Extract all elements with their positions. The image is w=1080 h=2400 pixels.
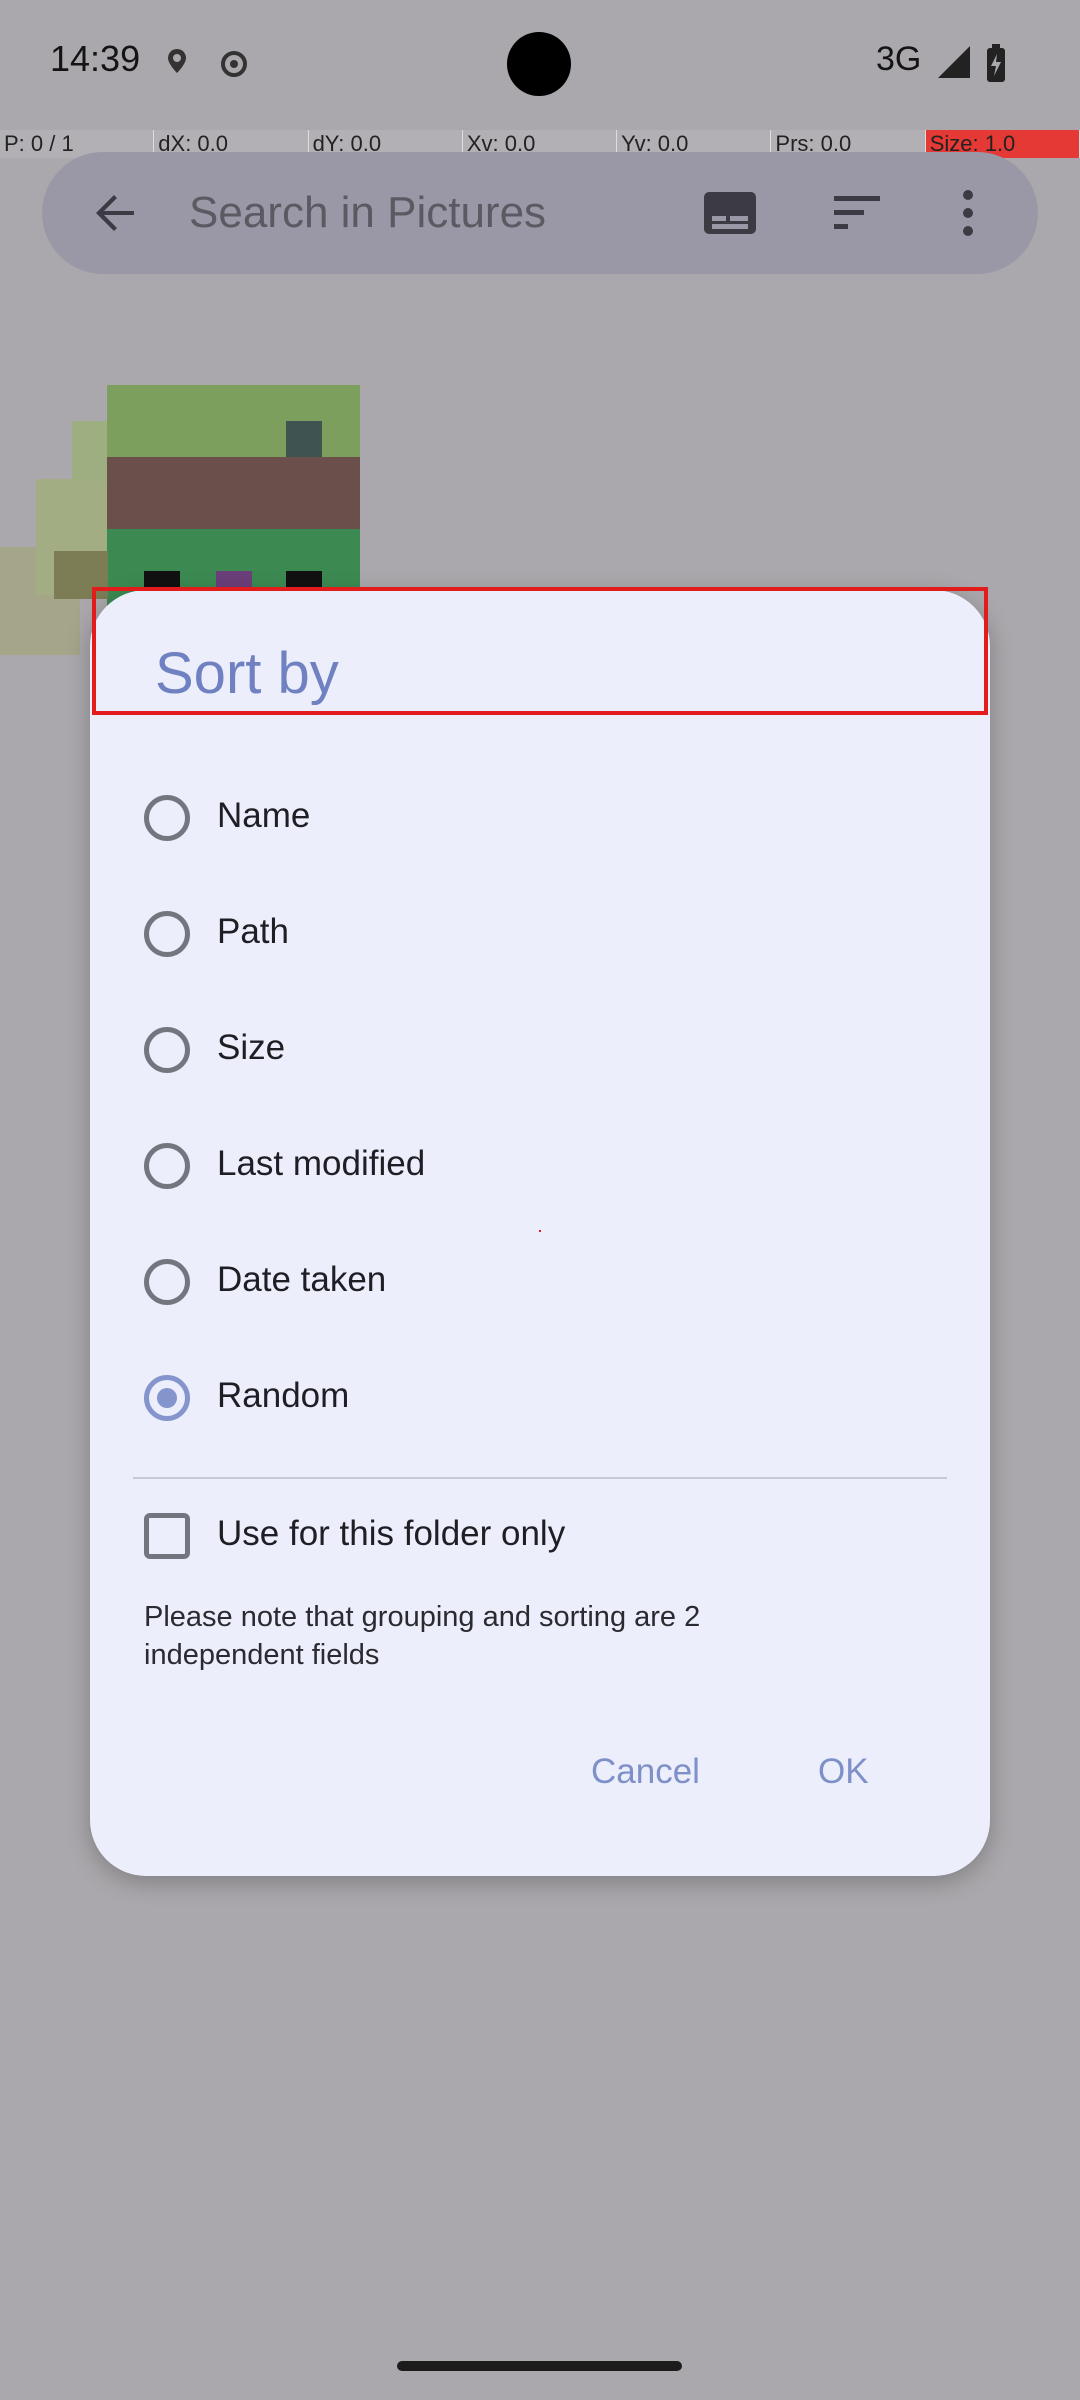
radio-button[interactable] <box>144 795 190 841</box>
battery-charging-icon <box>985 44 1007 89</box>
camera-cutout <box>507 32 571 96</box>
sort-option-name[interactable]: Name <box>140 783 940 863</box>
radio-button[interactable] <box>144 1143 190 1189</box>
radio-button[interactable] <box>144 1027 190 1073</box>
settings-icon <box>216 46 247 77</box>
ok-button[interactable]: OK <box>818 1752 869 1792</box>
radio-button-selected[interactable] <box>144 1375 190 1421</box>
folder-only-label: Use for this folder only <box>217 1514 566 1553</box>
dialog-title: Sort by <box>155 641 339 706</box>
sort-option-last-modified[interactable]: Last modified <box>140 1131 940 1211</box>
option-label: Last modified <box>217 1144 426 1183</box>
sort-option-random[interactable]: Random <box>140 1363 940 1443</box>
more-options-icon[interactable] <box>958 188 978 243</box>
location-icon <box>162 46 192 76</box>
sort-option-path[interactable]: Path <box>140 899 940 979</box>
sort-icon[interactable] <box>832 190 882 241</box>
folder-only-checkbox-row[interactable]: Use for this folder only <box>140 1501 940 1581</box>
option-label: Path <box>217 912 289 951</box>
option-label: Size <box>217 1028 286 1067</box>
subtitles-icon[interactable] <box>702 190 758 241</box>
back-arrow-icon[interactable] <box>90 188 140 243</box>
clock: 14:39 <box>50 38 141 79</box>
folder-only-checkbox[interactable] <box>144 1513 190 1559</box>
radio-button[interactable] <box>144 1259 190 1305</box>
search-input[interactable]: Search in Pictures <box>189 188 546 238</box>
option-label: Random <box>217 1376 350 1415</box>
option-label: Name <box>217 796 311 835</box>
cancel-button[interactable]: Cancel <box>591 1752 700 1792</box>
network-type: 3G <box>876 40 922 78</box>
gesture-nav-handle[interactable] <box>397 2361 682 2371</box>
radio-button[interactable] <box>144 911 190 957</box>
search-bar: Search in Pictures <box>42 152 1038 274</box>
divider <box>133 1477 947 1479</box>
signal-icon <box>936 44 972 85</box>
sort-option-date-taken[interactable]: Date taken <box>140 1247 940 1327</box>
status-bar: 14:39 3G <box>0 0 1080 128</box>
touch-indicator-dot <box>539 1230 541 1232</box>
sorting-note: Please note that grouping and sorting ar… <box>144 1601 701 1671</box>
sort-option-size[interactable]: Size <box>140 1015 940 1095</box>
option-label: Date taken <box>217 1260 387 1299</box>
